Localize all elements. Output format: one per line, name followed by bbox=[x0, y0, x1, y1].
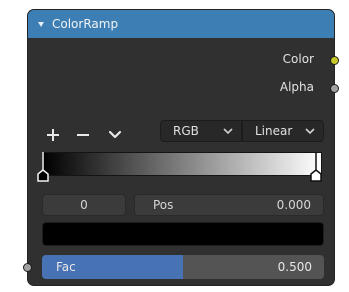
chevron-down-icon bbox=[223, 127, 233, 134]
stop-position-field[interactable]: Pos 0.000 bbox=[134, 194, 324, 216]
color-ramp[interactable] bbox=[37, 152, 323, 182]
minus-icon bbox=[77, 129, 89, 141]
fac-label: Fac bbox=[56, 260, 76, 274]
collapse-arrow-icon[interactable] bbox=[38, 21, 44, 27]
remove-stop-button[interactable] bbox=[72, 124, 94, 146]
stop-position-label: Pos bbox=[153, 198, 174, 212]
output-alpha-socket[interactable] bbox=[330, 84, 339, 93]
output-color-socket[interactable] bbox=[330, 56, 339, 65]
stop-color-swatch[interactable] bbox=[42, 222, 324, 246]
ramp-menu-button[interactable] bbox=[104, 124, 126, 146]
color-mode-dropdown[interactable]: RGB bbox=[160, 120, 242, 142]
interpolation-dropdown[interactable]: Linear bbox=[242, 120, 324, 142]
active-stop-index-field[interactable]: 0 bbox=[42, 194, 126, 216]
node-title: ColorRamp bbox=[52, 17, 119, 31]
active-stop-index: 0 bbox=[80, 198, 88, 212]
ramp-gradient-bar[interactable] bbox=[42, 152, 322, 176]
stop-position-value: 0.000 bbox=[276, 198, 311, 212]
input-fac-socket[interactable] bbox=[23, 263, 32, 272]
output-alpha-label: Alpha bbox=[279, 80, 314, 94]
add-stop-button[interactable] bbox=[42, 124, 64, 146]
color-stop-handle-white[interactable] bbox=[309, 152, 323, 182]
output-color-label: Color bbox=[282, 52, 314, 66]
color-stop-handle-black[interactable] bbox=[36, 152, 50, 182]
colorramp-node[interactable]: ColorRamp Color Alpha RGB Linear 0 Pos 0… bbox=[23, 10, 339, 285]
node-header[interactable]: ColorRamp bbox=[28, 10, 334, 38]
fac-slider[interactable]: Fac 0.500 bbox=[42, 255, 324, 279]
fac-value: 0.500 bbox=[277, 260, 312, 274]
plus-icon bbox=[47, 129, 59, 141]
canvas: ColorRamp Color Alpha RGB Linear 0 Pos 0… bbox=[0, 0, 349, 292]
color-mode-value: RGB bbox=[173, 124, 199, 138]
chevron-down-icon bbox=[305, 127, 315, 134]
chevron-down-icon bbox=[108, 130, 122, 139]
interpolation-value: Linear bbox=[255, 124, 293, 138]
